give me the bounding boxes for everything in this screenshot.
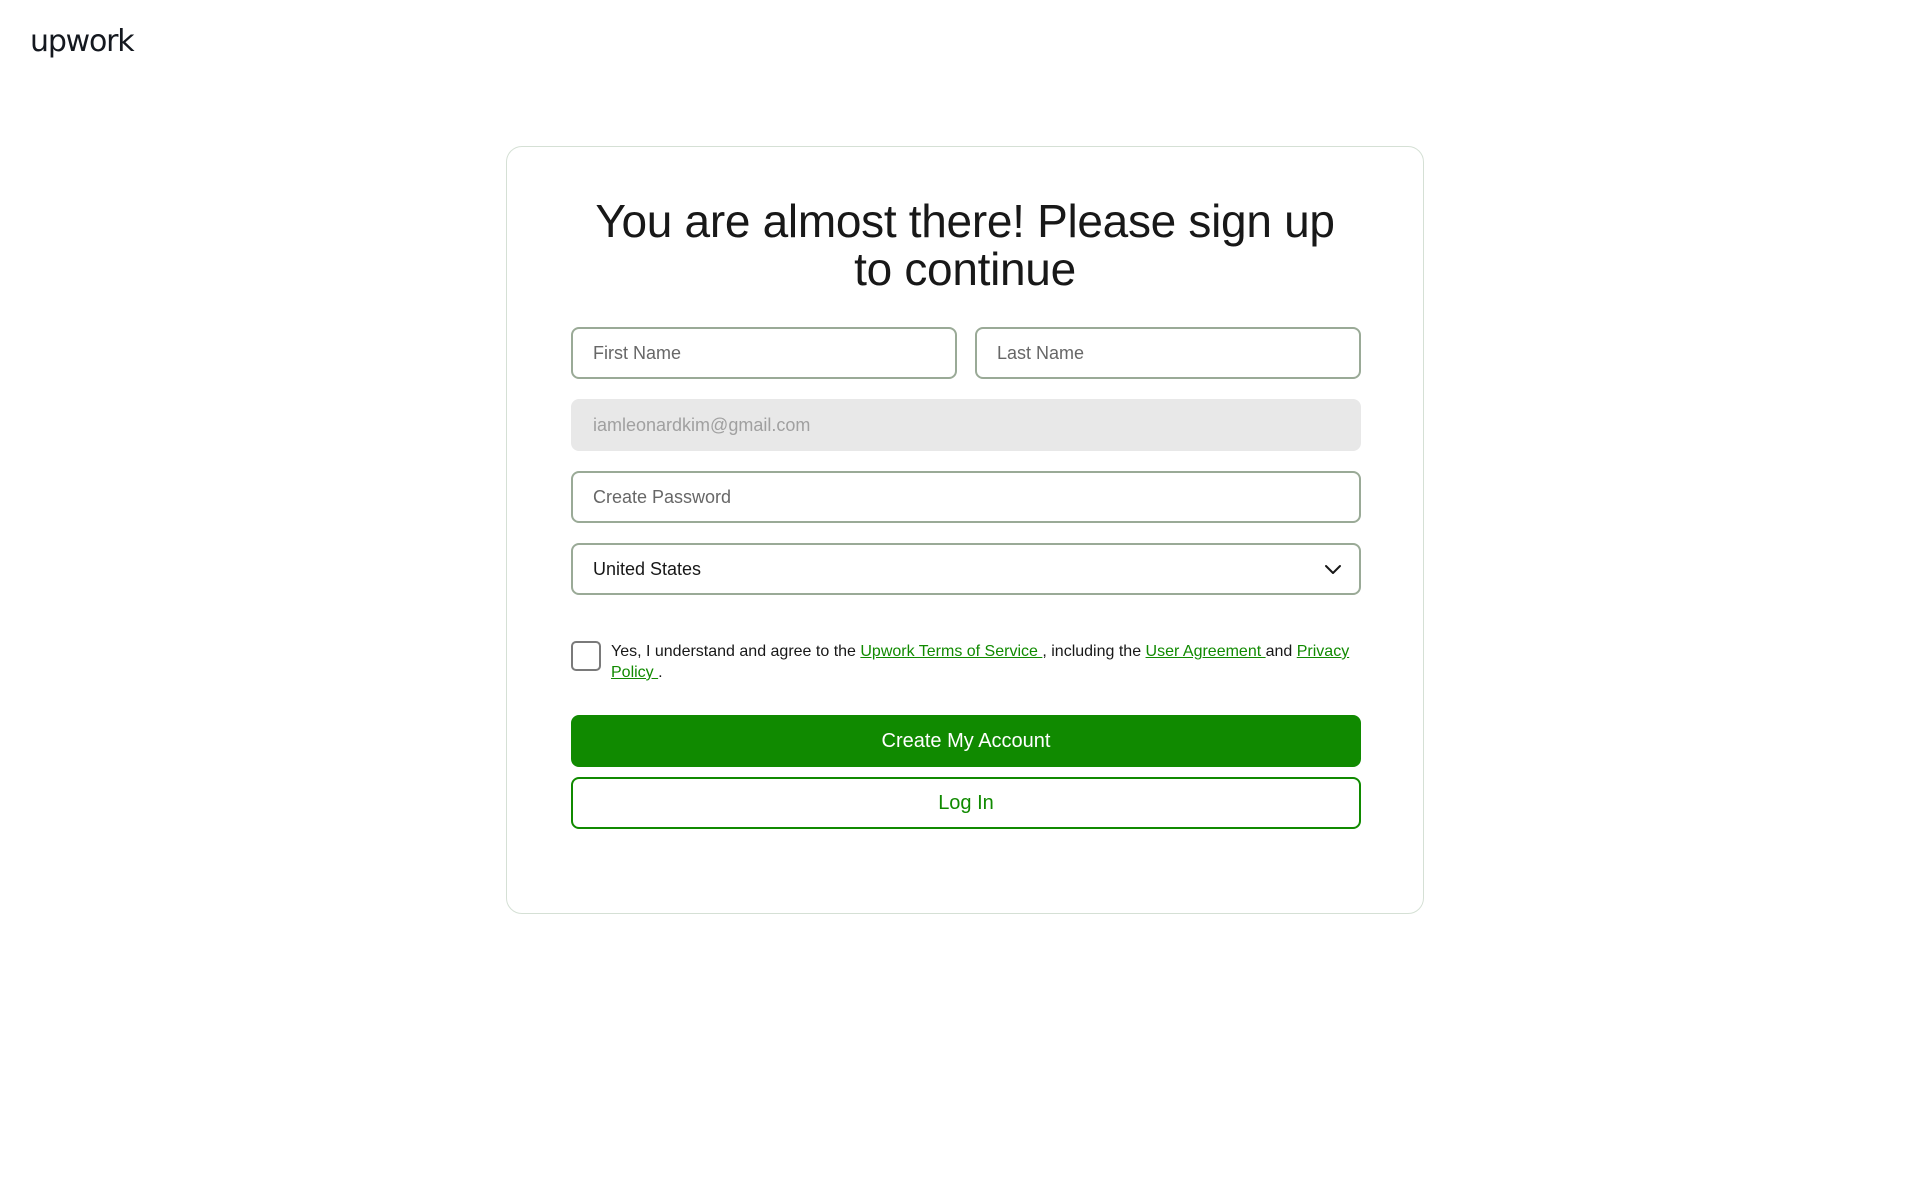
user-agreement-link[interactable]: User Agreement — [1146, 643, 1266, 660]
password-input[interactable] — [571, 471, 1361, 523]
create-account-button[interactable]: Create My Account — [571, 715, 1361, 767]
terms-text-4: . — [658, 664, 663, 681]
terms-text-3: and — [1265, 643, 1297, 660]
page-title: You are almost there! Please sign up to … — [595, 195, 1335, 295]
first-name-input[interactable] — [571, 327, 957, 379]
terms-checkbox[interactable] — [571, 641, 601, 671]
signup-card: You are almost there! Please sign up to … — [506, 146, 1424, 914]
country-select[interactable]: United States — [571, 543, 1361, 595]
last-name-input[interactable] — [975, 327, 1361, 379]
terms-of-service-link[interactable]: Upwork Terms of Service — [860, 643, 1042, 660]
email-field — [571, 399, 1361, 451]
chevron-down-icon — [1325, 565, 1341, 574]
terms-text: Yes, I understand and agree to the Upwor… — [611, 641, 1371, 683]
signup-page: upwork You are almost there! Please sign… — [0, 0, 1920, 1200]
terms-text-1: Yes, I understand and agree to the — [611, 643, 861, 660]
terms-text-2: , including the — [1042, 643, 1146, 660]
log-in-button[interactable]: Log In — [571, 777, 1361, 829]
upwork-logo[interactable]: upwork — [30, 22, 135, 62]
country-select-value: United States — [593, 559, 702, 579]
